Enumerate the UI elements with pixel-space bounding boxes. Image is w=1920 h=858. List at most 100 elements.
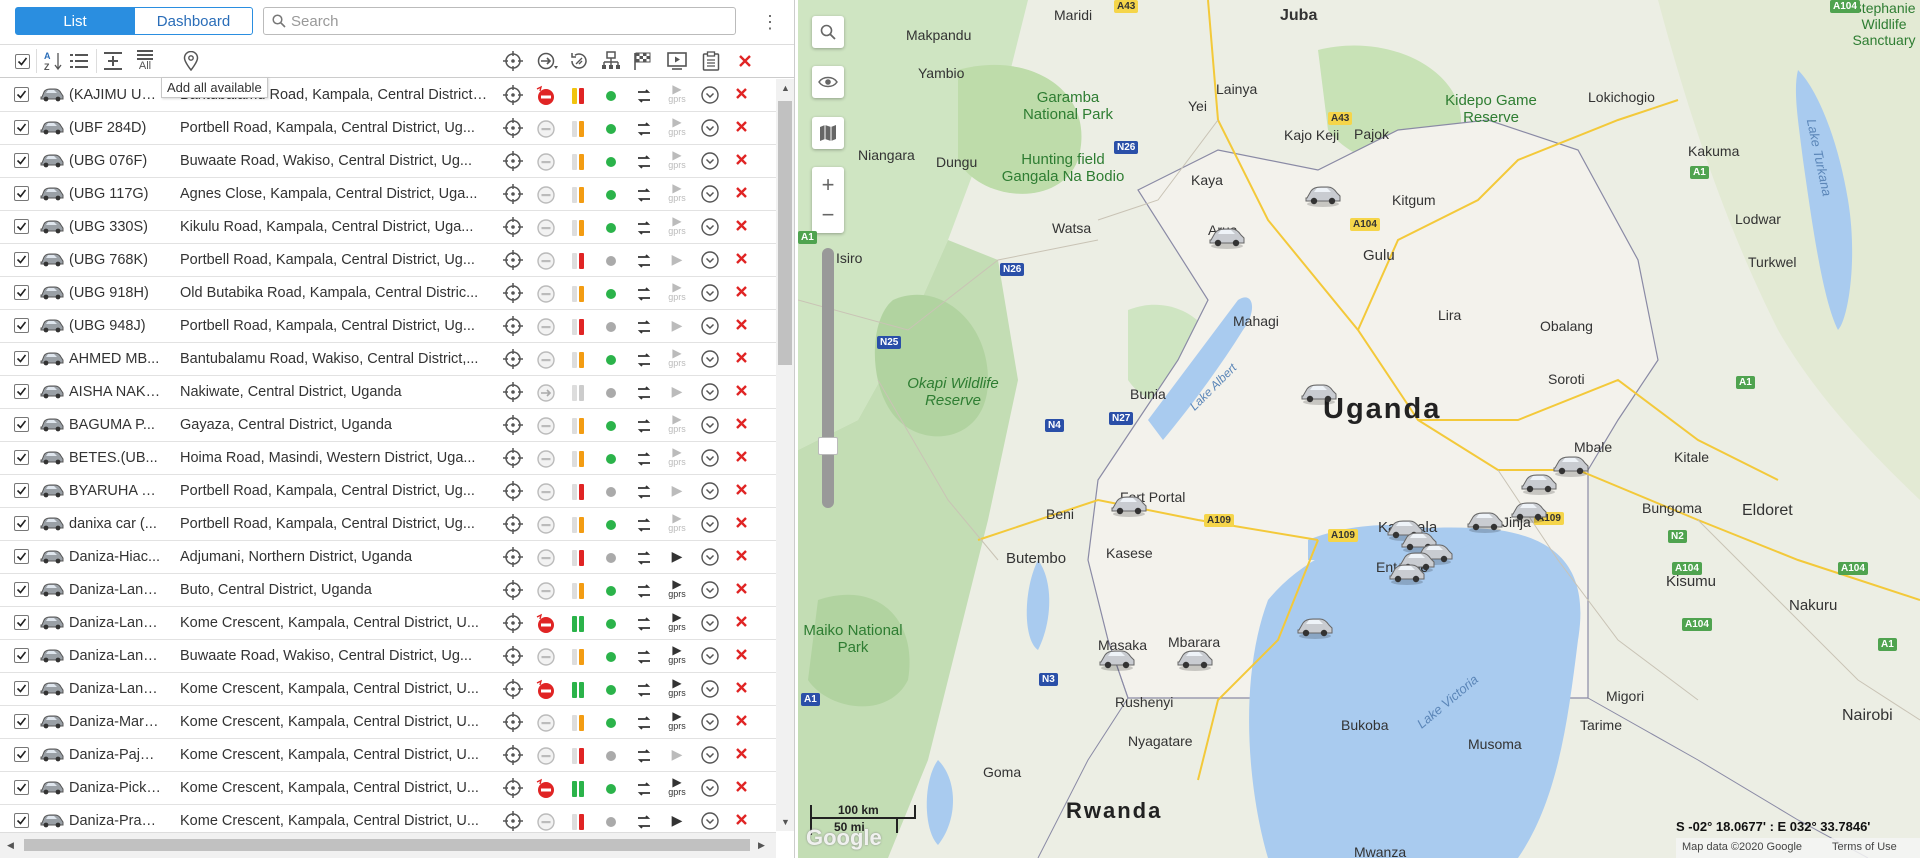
horizontal-scroll-thumb[interactable] xyxy=(24,839,750,851)
chevron-down-icon[interactable] xyxy=(700,745,722,767)
map-search-icon[interactable] xyxy=(812,16,844,48)
chevron-down-icon[interactable] xyxy=(700,151,722,173)
remove-vehicle-icon[interactable] xyxy=(735,249,748,270)
idle-minus-icon[interactable] xyxy=(535,316,557,338)
vehicle-marker-icon[interactable] xyxy=(1176,646,1214,672)
route-icon[interactable] xyxy=(636,814,658,831)
play-gprs-icon[interactable]: ▶ gprs xyxy=(664,710,690,736)
chevron-down-icon[interactable] xyxy=(700,118,722,140)
idle-minus-icon[interactable] xyxy=(535,349,557,371)
vehicle-row[interactable]: BETES.(UB... Hoima Road, Masindi, Wester… xyxy=(0,442,776,475)
vehicle-marker-icon[interactable] xyxy=(1388,560,1426,586)
vehicle-row[interactable]: (KAJIMU UB... Bantubalamu Road, Kampala,… xyxy=(0,79,776,112)
vehicle-name[interactable]: Daniza-Hiac... xyxy=(69,549,161,565)
locate-crosshair-icon[interactable] xyxy=(503,184,525,206)
route-icon[interactable] xyxy=(636,418,658,440)
follow-arrow-icon[interactable] xyxy=(536,48,560,74)
vehicle-row[interactable]: AISHA NAKI... Nakiwate, Central District… xyxy=(0,376,776,409)
vehicle-marker-icon[interactable] xyxy=(1098,646,1136,672)
chevron-down-icon[interactable] xyxy=(700,646,722,668)
engine-blocked-icon[interactable] xyxy=(535,778,557,800)
vehicle-name[interactable]: Daniza-Pick ... xyxy=(69,780,161,796)
vehicle-marker-icon[interactable] xyxy=(1466,508,1504,534)
idle-minus-icon[interactable] xyxy=(535,514,557,536)
remove-vehicle-icon[interactable] xyxy=(735,579,748,600)
row-checkbox[interactable] xyxy=(14,285,29,300)
remove-vehicle-icon[interactable] xyxy=(735,447,748,468)
play-gprs-icon[interactable]: ▶ xyxy=(664,813,690,831)
locate-crosshair-icon[interactable] xyxy=(503,448,525,470)
idle-minus-icon[interactable] xyxy=(535,811,557,831)
vehicle-row[interactable]: (UBG 117G) Agnes Close, Kampala, Central… xyxy=(0,178,776,211)
row-checkbox[interactable] xyxy=(14,87,29,102)
search-input[interactable] xyxy=(291,11,731,31)
idle-minus-icon[interactable] xyxy=(535,712,557,734)
locate-crosshair-icon[interactable] xyxy=(503,745,525,767)
row-checkbox[interactable] xyxy=(14,681,29,696)
row-checkbox[interactable] xyxy=(14,318,29,333)
idle-minus-icon[interactable] xyxy=(535,217,557,239)
delete-all-icon[interactable] xyxy=(734,48,756,74)
vehicle-row[interactable]: Daniza-Land... Kome Crescent, Kampala, C… xyxy=(0,673,776,706)
vehicle-row[interactable]: BYARUHA K... Portbell Road, Kampala, Cen… xyxy=(0,475,776,508)
remove-vehicle-icon[interactable] xyxy=(735,810,748,831)
vehicle-name[interactable]: Daniza-Land... xyxy=(69,648,161,664)
vehicle-marker-icon[interactable] xyxy=(1110,492,1148,518)
vehicle-name[interactable]: BAGUMA P... xyxy=(69,417,161,433)
row-checkbox[interactable] xyxy=(14,219,29,234)
chevron-down-icon[interactable] xyxy=(700,85,722,107)
terms-of-use-link[interactable]: Terms of Use xyxy=(1832,841,1897,853)
scroll-left-arrow[interactable]: ◀ xyxy=(7,840,14,851)
play-gprs-icon[interactable]: ▶ gprs xyxy=(664,215,690,241)
vehicle-row[interactable]: (UBG 076F) Buwaate Road, Wakiso, Central… xyxy=(0,145,776,178)
vehicle-name[interactable]: AISHA NAKI... xyxy=(69,384,161,400)
vehicle-marker-icon[interactable] xyxy=(1300,380,1338,406)
tab-dashboard[interactable]: Dashboard xyxy=(134,7,253,35)
vehicle-name[interactable]: BYARUHA K... xyxy=(69,483,161,499)
vehicle-marker-icon[interactable] xyxy=(1510,498,1548,524)
checkered-flag-icon[interactable] xyxy=(632,48,654,74)
vehicle-name[interactable]: Daniza-Land... xyxy=(69,681,161,697)
row-checkbox[interactable] xyxy=(14,483,29,498)
play-gprs-icon[interactable]: ▶ gprs xyxy=(664,578,690,604)
vertical-scroll-thumb[interactable] xyxy=(778,101,792,365)
row-checkbox[interactable] xyxy=(14,252,29,267)
map-view[interactable]: + − Juba Makpandu Yambio Maridi Yei Lain… xyxy=(798,0,1920,858)
chevron-down-icon[interactable] xyxy=(700,382,722,404)
visibility-eye-icon[interactable] xyxy=(812,66,844,98)
vehicle-row[interactable]: BAGUMA P... Gayaza, Central District, Ug… xyxy=(0,409,776,442)
zoom-slider-track[interactable] xyxy=(822,248,834,508)
vehicle-name[interactable]: (UBG 918H) xyxy=(69,285,161,301)
vehicle-name[interactable]: Daniza-Pajer... xyxy=(69,747,161,763)
remove-vehicle-icon[interactable] xyxy=(735,744,748,765)
vehicle-row[interactable]: Daniza-Pick ... Kome Crescent, Kampala, … xyxy=(0,772,776,805)
clipboard-icon[interactable] xyxy=(700,48,722,74)
row-checkbox[interactable] xyxy=(14,582,29,597)
vehicle-name[interactable]: (UBG 768K) xyxy=(69,252,161,268)
zoom-slider-handle[interactable] xyxy=(818,437,838,455)
idle-minus-icon[interactable] xyxy=(535,448,557,470)
idle-minus-icon[interactable] xyxy=(535,250,557,272)
route-icon[interactable] xyxy=(636,517,658,539)
vehicle-name[interactable]: (KAJIMU UB... xyxy=(69,87,161,103)
route-icon[interactable] xyxy=(636,748,658,770)
chevron-down-icon[interactable] xyxy=(700,547,722,569)
locate-crosshair-icon[interactable] xyxy=(503,217,525,239)
route-icon[interactable] xyxy=(636,715,658,737)
route-icon[interactable] xyxy=(636,550,658,572)
map-layers-icon[interactable] xyxy=(812,117,844,149)
row-checkbox[interactable] xyxy=(14,153,29,168)
remove-vehicle-icon[interactable] xyxy=(735,150,748,171)
route-icon[interactable] xyxy=(636,187,658,209)
zoom-in-icon[interactable]: + xyxy=(822,170,835,200)
play-gprs-icon[interactable]: ▶ gprs xyxy=(664,116,690,142)
locate-crosshair-icon[interactable] xyxy=(503,250,525,272)
chevron-down-icon[interactable] xyxy=(700,349,722,371)
add-all-icon[interactable]: All xyxy=(134,48,156,74)
location-pin-icon[interactable] xyxy=(180,48,202,74)
locate-crosshair-icon[interactable] xyxy=(503,613,525,635)
remove-vehicle-icon[interactable] xyxy=(735,315,748,336)
play-gprs-icon[interactable]: ▶ gprs xyxy=(664,677,690,703)
vehicle-row[interactable]: Daniza-Land... Buto, Central District, U… xyxy=(0,574,776,607)
locate-crosshair-icon[interactable] xyxy=(503,712,525,734)
